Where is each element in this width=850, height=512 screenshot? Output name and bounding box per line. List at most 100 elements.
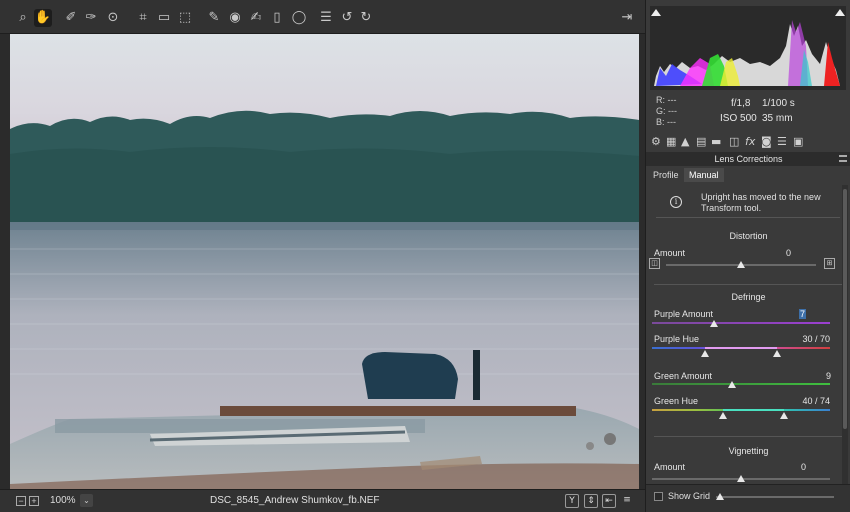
green-hue-value[interactable]: 40 / 74 (790, 396, 830, 406)
barrel-icon: ◫ (649, 258, 660, 269)
green-hue-range (723, 409, 784, 411)
pincushion-icon: ⊞ (824, 258, 835, 269)
crop-icon[interactable]: ⌗ (134, 9, 152, 27)
g-label: G: (656, 106, 666, 116)
copy-settings-icon[interactable]: ⇤ (602, 494, 616, 508)
effects-icon[interactable]: fx (745, 135, 755, 148)
divider (654, 284, 842, 285)
vignetting-amount-value[interactable]: 0 (766, 462, 806, 472)
white-balance-icon[interactable]: ✐ (62, 9, 80, 27)
before-after-icon[interactable]: Y (565, 494, 579, 508)
distortion-slider-thumb[interactable] (737, 261, 745, 268)
spot-removal-icon[interactable]: ✎ (205, 9, 223, 27)
vignetting-slider-thumb[interactable] (737, 475, 745, 482)
focal-length: 35 mm (762, 113, 793, 124)
b-label: B: (656, 117, 665, 127)
radial-filter-icon[interactable]: ◯ (290, 9, 308, 27)
fullscreen-icon[interactable]: ⇥ (618, 9, 636, 27)
purple-hue-range (705, 347, 777, 349)
tone-curve-icon[interactable]: ▦ (666, 135, 676, 148)
zoom-dropdown-icon[interactable]: ⌄ (80, 494, 93, 507)
straighten-icon[interactable]: ▭ (155, 9, 173, 27)
lens-corrections-icon[interactable]: ◫ (729, 135, 739, 148)
tab-profile[interactable]: Profile (648, 168, 684, 182)
scrollbar-thumb[interactable] (843, 189, 847, 429)
list-icon[interactable]: ☰ (317, 9, 335, 27)
panel-tabs: ⚙ ▦ ▲ ▤ ▬ ◫ fx ◙ ☰ ▣ (646, 133, 850, 151)
camera-calibration-icon[interactable]: ◙ (761, 135, 772, 148)
r-label: R: (656, 95, 665, 105)
adjustment-brush-icon[interactable]: ✍ (247, 9, 265, 27)
grid-controls: Show Grid (646, 484, 850, 512)
graduated-filter-icon[interactable]: ▯ (268, 9, 286, 27)
distortion-amount-label: Amount (654, 248, 686, 258)
detail-icon[interactable]: ▲ (681, 135, 689, 148)
toolbar: ⌕ ✋ ✐ ✑ ⊙ ⌗ ▭ ⬚ ✎ ◉ ✍ ▯ ◯ ☰ ↺ ↻ ⇥ (0, 0, 645, 34)
color-sampler-icon[interactable]: ✑ (82, 9, 100, 27)
green-amount-thumb[interactable] (728, 381, 737, 388)
notice-text: Upright has moved to the new Transform t… (701, 192, 821, 213)
red-eye-icon[interactable]: ◉ (226, 9, 244, 27)
green-amount-track[interactable] (652, 383, 830, 385)
split-toning-icon[interactable]: ▬ (711, 135, 721, 148)
info-icon: i (670, 196, 682, 208)
rotate-ccw-icon[interactable]: ↺ (338, 9, 356, 27)
iso: ISO 500 (720, 113, 757, 124)
vignetting-amount-label: Amount (654, 462, 686, 472)
aperture: f/1,8 (731, 98, 751, 109)
panel-scrollbar[interactable] (842, 185, 848, 490)
distortion-amount-value[interactable]: 0 (751, 248, 791, 258)
histogram (650, 6, 846, 90)
green-amount-label: Green Amount (654, 371, 713, 381)
purple-hue-value[interactable]: 30 / 70 (790, 334, 830, 344)
tab-manual[interactable]: Manual (684, 168, 724, 182)
zoom-level: 100% (50, 495, 76, 506)
status-bar: − + 100% ⌄ DSC_8545_Andrew Shumkov_fb.NE… (0, 489, 645, 512)
zoom-icon[interactable]: ⌕ (14, 9, 32, 27)
distortion-title: Distortion (729, 231, 768, 241)
zoom-in-button[interactable]: + (29, 496, 39, 506)
purple-amount-track[interactable] (652, 322, 830, 324)
transform-icon[interactable]: ⬚ (176, 9, 194, 27)
green-hue-thumb-right[interactable] (779, 412, 788, 419)
b-value: --- (667, 117, 677, 127)
show-grid-checkbox[interactable] (654, 492, 663, 501)
rotate-cw-icon[interactable]: ↻ (357, 9, 375, 27)
target-adjustment-icon[interactable]: ⊙ (104, 9, 122, 27)
swap-icon[interactable]: ⇕ (584, 494, 598, 508)
preferences-icon[interactable]: ≡ (620, 494, 634, 508)
defringe-title: Defringe (731, 292, 766, 302)
zoom-out-button[interactable]: − (16, 496, 26, 506)
vignetting-title: Vignetting (728, 446, 769, 456)
purple-hue-label: Purple Hue (654, 334, 700, 344)
basic-panel-icon[interactable]: ⚙ (651, 135, 661, 148)
r-value: --- (667, 95, 677, 105)
purple-amount-value[interactable]: 7 (799, 309, 807, 319)
section-title: Lens Corrections (646, 152, 850, 166)
green-amount-value[interactable]: 9 (791, 371, 831, 381)
green-hue-label: Green Hue (654, 396, 699, 406)
hsl-icon[interactable]: ▤ (696, 135, 706, 148)
g-value: --- (668, 106, 678, 116)
purple-amount-label: Purple Amount (654, 309, 714, 319)
presets-icon[interactable]: ☰ (777, 135, 787, 148)
grid-size-track[interactable] (716, 496, 834, 498)
tab-bar: Profile Manual (646, 168, 850, 182)
purple-hue-thumb-left[interactable] (701, 350, 710, 357)
panel-menu-icon[interactable] (839, 155, 847, 162)
purple-hue-thumb-right[interactable] (772, 350, 781, 357)
right-panel: R: --- G: --- B: --- f/1,8 1/100 s ISO 5… (645, 0, 850, 512)
upright-notice: i Upright has moved to the new Transform… (656, 188, 840, 218)
section-title-text: Lens Corrections (714, 154, 783, 164)
show-grid-label: Show Grid (668, 491, 711, 501)
snapshots-icon[interactable]: ▣ (793, 135, 803, 148)
info-panel: R: --- G: --- B: --- f/1,8 1/100 s ISO 5… (646, 90, 850, 132)
file-name: DSC_8545_Andrew Shumkov_fb.NEF (210, 495, 380, 506)
grid-size-thumb[interactable] (716, 493, 724, 500)
divider (654, 436, 842, 437)
shutter-speed: 1/100 s (762, 98, 795, 109)
purple-amount-thumb[interactable] (710, 320, 719, 327)
hand-icon[interactable]: ✋ (34, 9, 52, 27)
photo-canvas[interactable] (10, 34, 639, 489)
green-hue-thumb-left[interactable] (719, 412, 728, 419)
